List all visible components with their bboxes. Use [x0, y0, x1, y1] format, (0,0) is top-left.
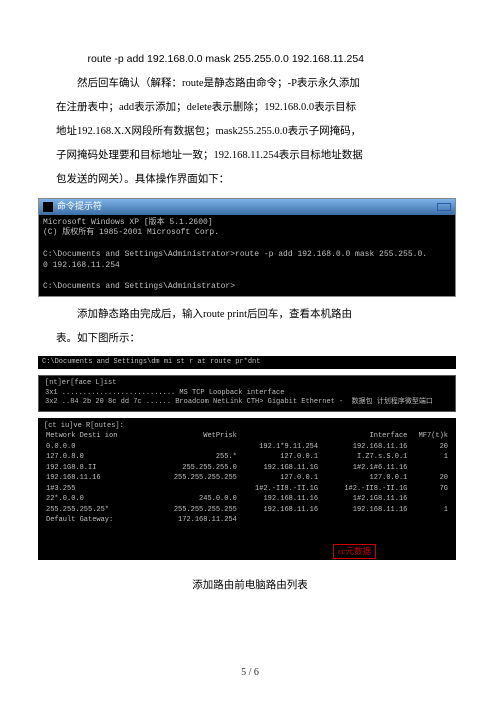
page-number: 5 / 6	[0, 667, 500, 678]
table-row: 0.0.0.0192.1*9.11.254192.168.11.1620	[44, 442, 450, 453]
terminal-screenshot-1: 命令提示符 Microsoft Windows XP [版本 5.1.2600]…	[38, 198, 456, 298]
cmd-icon	[43, 202, 53, 212]
terminal-body: Microsoft Windows XP [版本 5.1.2600] (C) 版…	[39, 215, 455, 297]
route-table: Metwork Desti ion WetPrisk Interface MF7…	[44, 431, 450, 526]
body-line-3: 地址192.168.X.X网段所有数据包；mask255.255.0.0表示子网…	[56, 120, 444, 143]
terminal-screenshot-2: C:\Documents and Settings\dm mi st r at …	[38, 356, 456, 560]
term2-interface-list: [nt]er[face L]ist 3x1 ..................…	[38, 375, 456, 411]
table-row: 192.1G8.8.II255.255.255.0192.1G8.11.1G1#…	[44, 463, 450, 474]
body-line-2: 在注册表中；add表示添加；delete表示删除；192.168.0.0表示目标	[56, 96, 444, 119]
table-row: 192.168.11.16255.255.255.255127.0.0.1127…	[44, 473, 450, 484]
body-line-5: 包发送的网关）。具体操作界面如下：	[56, 168, 444, 191]
table-row: 22*.0.0.0245.0.0.0192.168.11.161#2.1G8.1…	[44, 494, 450, 505]
term2-header: C:\Documents and Settings\dm mi st r at …	[38, 356, 456, 369]
table-header-row: Metwork Desti ion WetPrisk Interface MF7…	[44, 431, 450, 442]
cmd-line: route -p add 192.168.0.0 mask 255.255.0.…	[56, 48, 444, 71]
table-row: 1#3.2551#2.-II8.-II.1G1#2.-II8.-II.1G7G	[44, 484, 450, 495]
after-text-1b: 表。如下图所示：	[56, 327, 444, 350]
terminal-title: 命令提示符	[57, 197, 102, 217]
gateway-row: Default Gateway:172.168.11.254	[44, 515, 450, 526]
red-annotation-box: cc元数据	[333, 544, 376, 559]
after-text-1: 添加静态路由完成后，输入route print后回车，查看本机路由	[56, 303, 444, 326]
table-row: 127.0.8.0255.*127.0.0.1I.Z7.s.S.0.11	[44, 452, 450, 463]
window-button-icon	[437, 203, 451, 211]
caption: 添加路由前电脑路由列表	[56, 574, 444, 597]
body-line-4: 子网掩码处理要和目标地址一致；192.168.11.254表示目标地址数据	[56, 144, 444, 167]
table-row: 255.255.255.25*255.255.255.255192.168.11…	[44, 505, 450, 516]
body-line-1: 然后回车确认（解释：route是静态路由命令；-P表示永久添加	[56, 72, 444, 95]
terminal-titlebar: 命令提示符	[39, 199, 455, 215]
term2-route-table: [ct iu]ve R[outes]: Metwork Desti ion We…	[38, 418, 456, 561]
